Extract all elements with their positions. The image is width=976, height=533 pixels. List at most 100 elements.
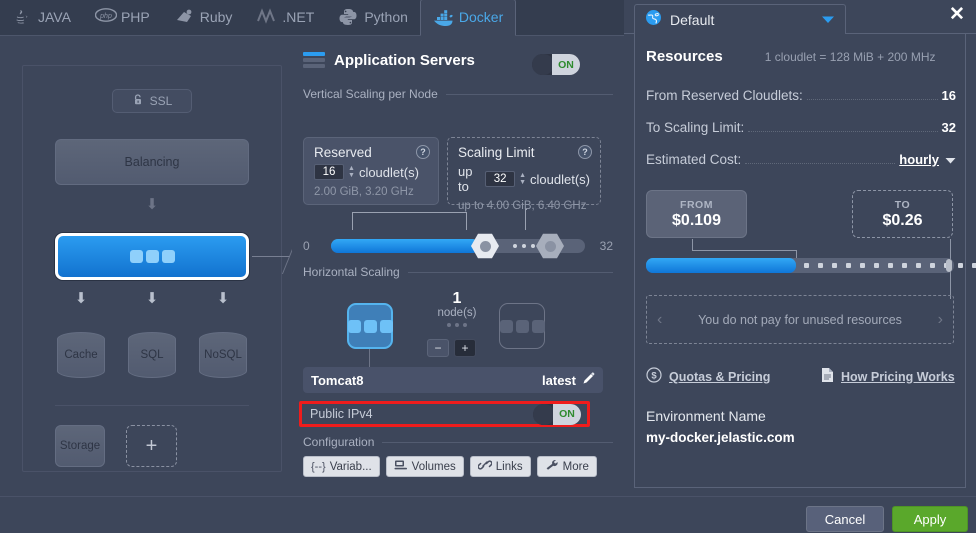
reserved-cloudlets-card: ? Reserved 16 ▲ ▼ cloudlet(s) 2.00 GiB, 3… (303, 137, 439, 205)
sql-node[interactable]: SQL (128, 332, 176, 378)
dot-leader (806, 99, 938, 100)
three-blocks-icon (129, 250, 175, 263)
ssl-label: SSL (149, 94, 173, 108)
tab-docker[interactable]: Docker (419, 0, 517, 36)
row-key: From Reserved Cloudlets: (646, 88, 803, 103)
docker-image-tag-bar[interactable]: Tomcat8 latest (303, 367, 603, 393)
pencil-icon[interactable] (582, 372, 595, 388)
storage-node[interactable]: Storage (55, 425, 105, 467)
slider-track[interactable] (331, 233, 585, 259)
row-from-reserved-cloudlets: From Reserved Cloudlets: 16 (646, 88, 956, 103)
region-selector-tab[interactable]: Default (634, 4, 846, 34)
application-servers-power-toggle[interactable]: ON (532, 54, 580, 75)
cloudlet-slider[interactable]: 0 32 (303, 233, 613, 259)
price-range-handle[interactable] (946, 259, 952, 272)
more-button[interactable]: More (536, 456, 597, 477)
node-instance-active[interactable] (347, 303, 393, 349)
chevron-down-icon[interactable] (821, 11, 835, 29)
balancing-node[interactable]: Balancing (55, 139, 249, 185)
configuration-label: Configuration (303, 435, 375, 449)
dotnet-icon (256, 8, 276, 26)
scaling-limit-slider-handle[interactable] (536, 233, 564, 259)
quotas-and-pricing-link[interactable]: $ Quotas & Pricing (646, 367, 821, 386)
sql-label: SQL (140, 349, 164, 361)
decrease-nodes-button[interactable]: − (427, 339, 449, 357)
configuration-buttons: {--} Variab... Volumes Links More (303, 456, 597, 477)
close-icon[interactable]: ✕ (946, 5, 968, 27)
increase-nodes-button[interactable]: + (454, 339, 476, 357)
row-value: 16 (941, 88, 956, 103)
environment-name-value[interactable]: my-docker.jelastic.com (646, 430, 795, 445)
limit-callout-line (525, 209, 526, 230)
price-from-label: FROM (680, 198, 713, 211)
tab-python[interactable]: Python (326, 0, 420, 35)
node-count-dots (421, 323, 493, 327)
reserved-slider-handle[interactable] (471, 233, 499, 259)
node-instance-placeholder[interactable] (499, 303, 545, 349)
vertical-scaling-label: Vertical Scaling per Node (303, 87, 438, 101)
apply-button[interactable]: Apply (892, 506, 968, 532)
reserved-help-icon[interactable]: ? (416, 145, 430, 159)
legend-rule (382, 441, 613, 443)
price-from-callout-line (692, 250, 797, 251)
tab-ruby-label: Ruby (199, 8, 233, 25)
variables-button[interactable]: {--} Variab... (303, 456, 380, 477)
how-pricing-works-label: How Pricing Works (841, 369, 955, 384)
cache-node[interactable]: Cache (57, 332, 105, 378)
chevron-down-icon[interactable] (945, 152, 956, 167)
nosql-node[interactable]: NoSQL (199, 332, 247, 378)
links-button[interactable]: Links (469, 456, 531, 477)
billing-period-select[interactable]: hourly (899, 152, 939, 167)
public-ipv4-label: Public IPv4 (310, 407, 373, 421)
volumes-icon (394, 459, 408, 474)
scaling-limit-value-row: up to 32 ▲ ▼ cloudlet(s) (458, 164, 590, 194)
tab-java[interactable]: JAVA (0, 0, 83, 35)
svg-text:php: php (99, 13, 112, 20)
add-node-button[interactable]: + (126, 425, 177, 467)
row-value: 32 (941, 120, 956, 135)
plus-icon: + (145, 434, 158, 457)
cancel-button[interactable]: Cancel (806, 506, 884, 532)
reserved-unit-label: cloudlet(s) (358, 164, 419, 180)
notice-next-arrow-icon[interactable]: › (938, 311, 943, 329)
legend-rule (445, 93, 613, 95)
scaling-limit-title: Scaling Limit (458, 145, 535, 160)
section-title: Application Servers (303, 52, 475, 69)
stack-tabs: JAVA php PHP Ruby .NET Python Docker (0, 0, 624, 36)
three-blocks-icon (347, 319, 393, 333)
tab-ruby[interactable]: Ruby (162, 0, 245, 35)
horizontal-scaling-control: 1 node(s) − + (303, 290, 613, 367)
ruby-icon (174, 8, 194, 26)
ssl-button[interactable]: SSL (112, 89, 192, 113)
toggle-knob (533, 403, 555, 425)
reserved-callout-line (352, 212, 467, 213)
quotas-and-pricing-label: Quotas & Pricing (669, 369, 771, 384)
scaling-limit-input[interactable]: 32 (485, 171, 516, 187)
docker-image-version-group[interactable]: latest (542, 372, 595, 388)
price-from-box: FROM $0.109 (646, 190, 747, 238)
storage-label: Storage (59, 440, 101, 452)
scaling-limit-stepper[interactable]: ▲ ▼ (519, 172, 526, 186)
tab-java-label: JAVA (38, 8, 71, 25)
slider-dots (513, 244, 535, 248)
slider-min-label: 0 (303, 239, 310, 253)
reserved-cloudlets-input[interactable]: 16 (314, 164, 344, 180)
row-key: Estimated Cost: (646, 152, 742, 167)
application-servers-node[interactable] (55, 233, 249, 280)
volumes-button[interactable]: Volumes (385, 456, 464, 477)
cache-label: Cache (64, 349, 98, 361)
tab-dotnet[interactable]: .NET (244, 0, 326, 35)
tab-php[interactable]: php PHP (83, 0, 162, 35)
docker-image-name: Tomcat8 (311, 372, 364, 388)
public-ipv4-toggle[interactable]: ON (533, 403, 581, 425)
variables-label: Variab... (329, 460, 372, 473)
how-pricing-works-link[interactable]: How Pricing Works (821, 367, 955, 386)
nosql-label: NoSQL (204, 349, 242, 361)
vertical-scaling-legend: Vertical Scaling per Node (303, 87, 613, 101)
node-count: 1 node(s) (421, 290, 493, 327)
scaling-limit-help-icon[interactable]: ? (578, 145, 592, 159)
arrow-down-icon: ⬇ (74, 290, 88, 307)
topology-panel: SSL Balancing ⬇ ⬇ ⬇ ⬇ Cache SQL NoSQL St… (0, 37, 298, 496)
price-range-slider[interactable] (646, 258, 976, 273)
reserved-stepper[interactable]: ▲ ▼ (348, 165, 355, 179)
